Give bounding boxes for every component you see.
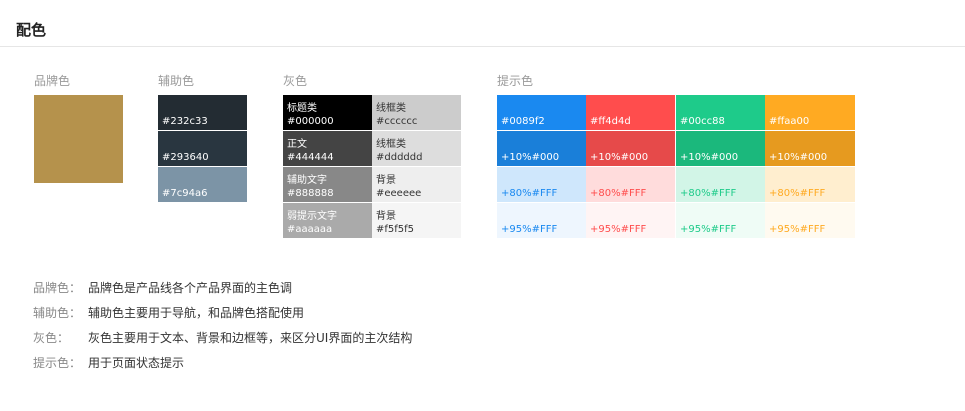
gray-swatch-role: 背景	[376, 211, 396, 222]
gray-swatch-code: #dddddd	[376, 152, 423, 163]
tip-swatch-r1-c4: #ffaa00	[765, 95, 855, 130]
tip-swatch-r4-c4: +95%#FFF	[765, 203, 855, 238]
desc-key: 提示色：	[33, 356, 82, 370]
tip-swatch-code: #ff4d4d	[590, 116, 631, 127]
gray-swatch-code: #cccccc	[376, 116, 418, 127]
gray-group-label: 灰色	[283, 74, 308, 88]
gray-swatch-code: #aaaaaa	[287, 224, 333, 235]
gray-swatch-r2-c2: 线框类 #dddddd	[372, 131, 461, 166]
header-bar: 配色	[0, 0, 965, 47]
gray-swatch-code: #888888	[287, 188, 334, 199]
gray-swatch-r4-c1: 弱提示文字 #aaaaaa	[283, 203, 372, 238]
tip-swatch-r3-c4: +80%#FFF	[765, 167, 855, 202]
aux-group-label: 辅助色	[158, 74, 195, 88]
gray-swatch-r3-c1: 辅助文字 #888888	[283, 167, 372, 202]
gray-swatch-role: 弱提示文字	[287, 211, 337, 222]
gray-swatch-role: 背景	[376, 175, 396, 186]
tip-swatch-code: +80%#FFF	[590, 188, 647, 199]
tip-swatch-code: #0089f2	[501, 116, 545, 127]
tip-group-label: 提示色	[497, 74, 534, 88]
tip-swatch-r1-c2: #ff4d4d	[586, 95, 675, 130]
gray-swatch-code: #444444	[287, 152, 334, 163]
desc-value: 辅助色主要用于导航，和品牌色搭配使用	[88, 306, 305, 320]
gray-swatch-role: 辅助文字	[287, 175, 327, 186]
tip-swatch-r3-c2: +80%#FFF	[586, 167, 675, 202]
gray-swatch-role: 线框类	[376, 139, 406, 150]
gray-swatch-role: 标题类	[287, 103, 317, 114]
tip-swatch-r1-c3: #00cc88	[676, 95, 765, 130]
desc-key: 品牌色：	[33, 281, 82, 295]
tip-swatch-r4-c1: +95%#FFF	[497, 203, 586, 238]
tip-swatch-code: +80%#FFF	[680, 188, 737, 199]
desc-value: 用于页面状态提示	[88, 356, 185, 370]
tip-swatch-r3-c1: +80%#FFF	[497, 167, 586, 202]
tip-swatch-code: +10%#000	[590, 152, 649, 163]
gray-swatch-r4-c2: 背景 #f5f5f5	[372, 203, 461, 238]
gray-swatch-r1-c1: 标题类 #000000	[283, 95, 372, 130]
gray-swatch-role: 线框类	[376, 103, 406, 114]
aux-swatch-2: #293640	[158, 131, 247, 166]
gray-swatch-code: #f5f5f5	[376, 224, 415, 235]
gray-swatch-r1-c2: 线框类 #cccccc	[372, 95, 461, 130]
tip-swatch-r2-c3: +10%#000	[676, 131, 765, 166]
desc-value: 灰色主要用于文本、背景和边框等，来区分UI界面的主次结构	[88, 331, 413, 345]
tip-swatch-r4-c2: +95%#FFF	[586, 203, 675, 238]
tip-swatch-r3-c3: +80%#FFF	[676, 167, 765, 202]
tip-swatch-r2-c4: +10%#000	[765, 131, 855, 166]
tip-swatch-r2-c1: +10%#000	[497, 131, 586, 166]
desc-value: 品牌色是产品线各个产品界面的主色调	[88, 281, 293, 295]
gray-swatch-code: #eeeeee	[376, 188, 422, 199]
desc-key: 辅助色：	[33, 306, 82, 320]
tip-swatch-code: +80%#FFF	[501, 188, 558, 199]
tip-swatch-code: #00cc88	[680, 116, 725, 127]
desc-key: 灰色：	[33, 331, 70, 345]
page-title: 配色	[16, 21, 47, 39]
brand-group-label: 品牌色	[34, 74, 71, 88]
tip-swatch-r1-c1: #0089f2	[497, 95, 586, 130]
tip-swatch-code: +95%#FFF	[590, 224, 647, 235]
tip-swatch-code: +95%#FFF	[769, 224, 826, 235]
gray-swatch-r2-c1: 正文 #444444	[283, 131, 372, 166]
aux-swatch-2-code: #293640	[162, 152, 209, 163]
tip-swatch-code: +10%#000	[769, 152, 828, 163]
brand-color-swatch	[34, 95, 123, 183]
tip-swatch-r4-c3: +95%#FFF	[676, 203, 765, 238]
tip-swatch-code: +10%#000	[501, 152, 560, 163]
gray-swatch-r3-c2: 背景 #eeeeee	[372, 167, 461, 202]
aux-swatch-3-code: #7c94a6	[162, 188, 208, 199]
tip-swatch-code: +95%#FFF	[501, 224, 558, 235]
tip-swatch-code: +80%#FFF	[769, 188, 826, 199]
aux-swatch-1-code: #232c33	[162, 116, 208, 127]
tip-swatch-code: +95%#FFF	[680, 224, 737, 235]
gray-swatch-code: #000000	[287, 116, 334, 127]
gray-swatch-role: 正文	[287, 139, 307, 150]
aux-swatch-1: #232c33	[158, 95, 247, 130]
tip-swatch-code: #ffaa00	[769, 116, 810, 127]
tip-swatch-code: +10%#000	[680, 152, 739, 163]
tip-swatch-r2-c2: +10%#000	[586, 131, 675, 166]
aux-swatch-3: #7c94a6	[158, 167, 247, 202]
